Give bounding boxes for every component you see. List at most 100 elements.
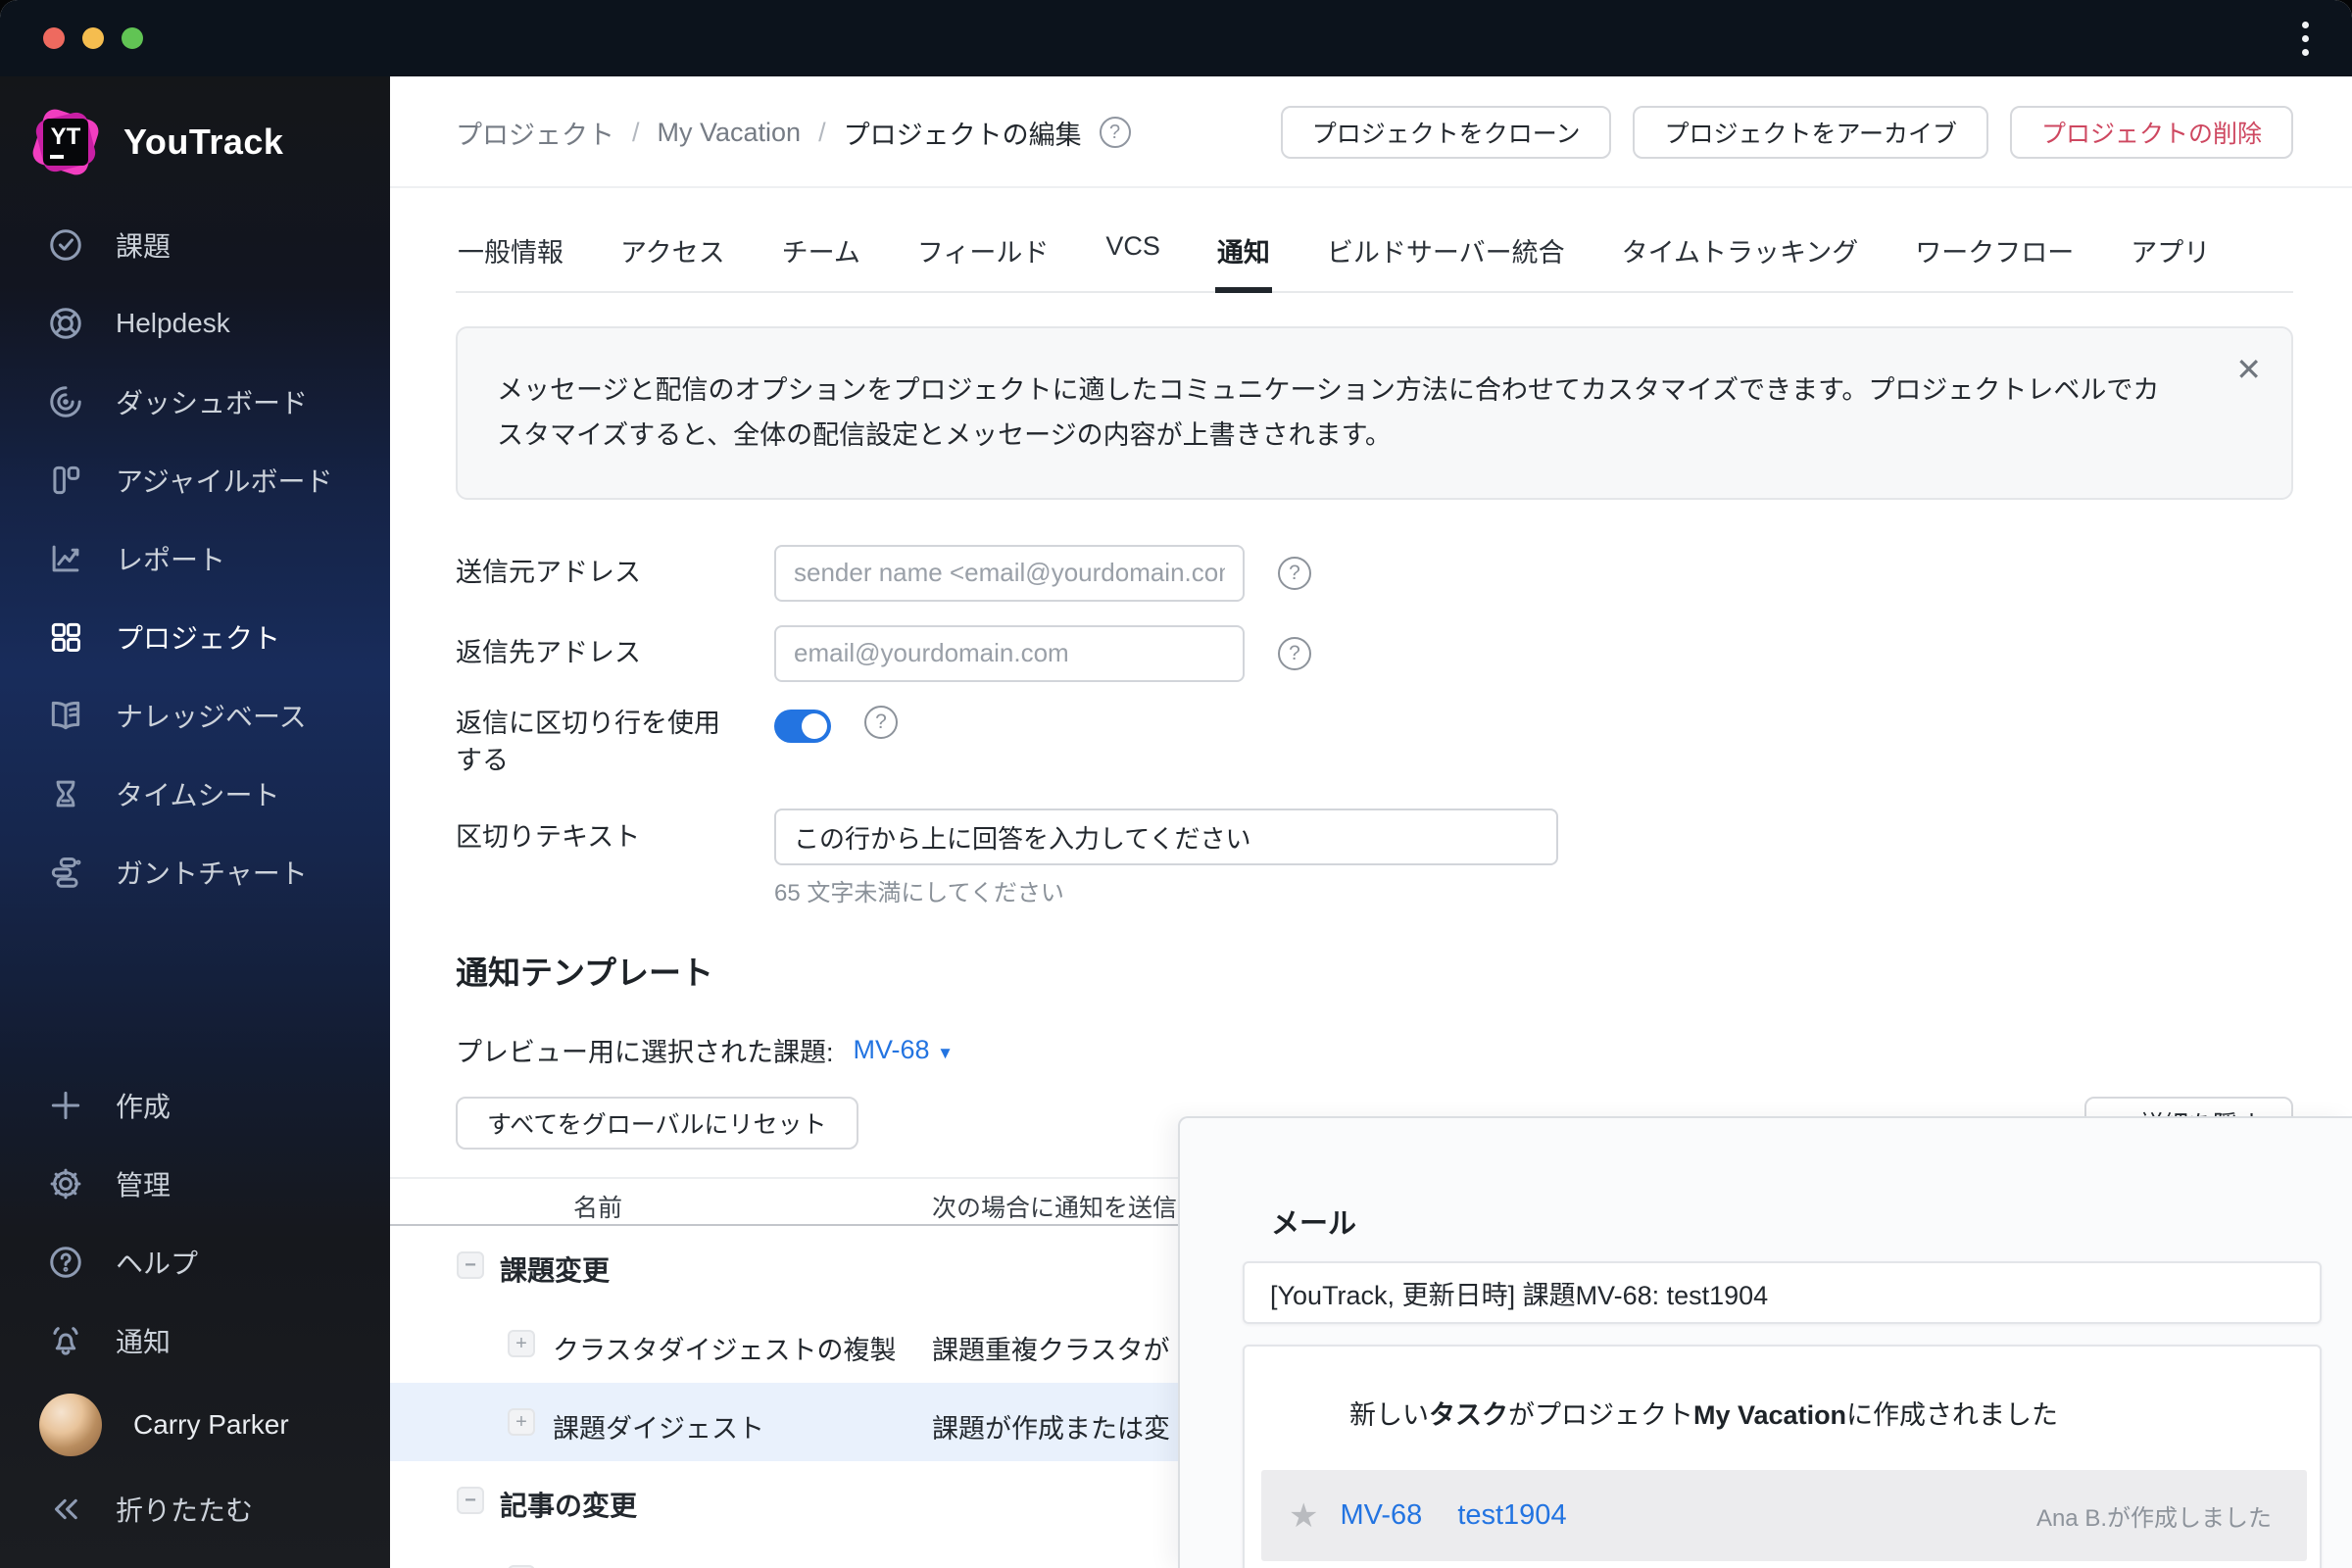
question-circle-icon [50, 1247, 81, 1278]
sidebar-item-notifications[interactable]: 通知 [0, 1301, 390, 1380]
collapse-group-icon[interactable]: − [457, 1251, 484, 1280]
expand-row-icon[interactable]: + [508, 1330, 535, 1358]
kebab-menu-icon[interactable] [2285, 19, 2325, 58]
hourglass-icon [56, 780, 75, 808]
breadcrumb: プロジェクト / My Vacation / プロジェクトの編集 ? [456, 114, 1131, 152]
from-address-help-icon[interactable]: ? [1278, 556, 1311, 590]
window-titlebar [0, 0, 2352, 76]
page-help-icon[interactable]: ? [1099, 117, 1131, 148]
sidebar-item-label: ガントチャート [116, 858, 308, 889]
tab-apps[interactable]: アプリ [2129, 218, 2212, 291]
report-chart-icon [52, 545, 79, 572]
reset-all-button[interactable]: すべてをグローバルにリセット [456, 1097, 858, 1151]
traffic-lights [43, 27, 143, 49]
delete-project-button[interactable]: プロジェクトの削除 [2009, 106, 2293, 159]
sidebar-item-label: 折りたたむ [116, 1495, 254, 1526]
gear-icon [50, 1168, 81, 1200]
zoom-window-button[interactable] [122, 27, 143, 49]
project-actions: プロジェクトをクローン プロジェクトをアーカイブ プロジェクトの削除 [1280, 106, 2293, 159]
reply-to-help-icon[interactable]: ? [1278, 636, 1311, 670]
sidebar-item-knowledge-base[interactable]: ナレッジベース [0, 676, 390, 755]
sidebar-item-label: タイムシート [116, 780, 280, 810]
expand-row-icon[interactable]: + [508, 1408, 535, 1437]
breadcrumb-separator: / [632, 117, 640, 147]
separator-toggle[interactable] [774, 709, 831, 743]
youtrack-logo-icon: YT [29, 106, 102, 178]
sidebar-item-administration[interactable]: 管理 [0, 1145, 390, 1223]
tab-fields[interactable]: フィールド [915, 218, 1051, 291]
email-panel-title: メール [1271, 1208, 1357, 1240]
close-icon[interactable]: ✕ [2235, 354, 2262, 385]
sidebar-item-help[interactable]: ヘルプ [0, 1223, 390, 1301]
sidebar-item-projects[interactable]: プロジェクト [0, 598, 390, 676]
from-address-input[interactable] [774, 544, 1245, 602]
banner-text: メッセージと配信のオプションをプロジェクトに適したコミュニケーション方法に合わせ… [497, 375, 2160, 451]
issue-id-link[interactable]: MV-68 [1340, 1499, 1422, 1532]
dashboard-icon [50, 386, 81, 417]
sidebar-item-label: ヘルプ [116, 1249, 199, 1279]
email-subject-text: [YouTrack, 更新日時] 課題MV-68: test1904 [1270, 1280, 1769, 1310]
sidebar-item-label: レポート [116, 545, 226, 575]
sidebar-item-timesheets[interactable]: タイムシート [0, 755, 390, 833]
templates-heading: 通知テンプレート [456, 955, 714, 992]
separator-toggle-help-icon[interactable]: ? [864, 705, 898, 739]
tab-time-tracking[interactable]: タイムトラッキング [1620, 218, 1861, 291]
sidebar-item-label: 課題 [116, 231, 172, 262]
email-subject-field[interactable]: [YouTrack, 更新日時] 課題MV-68: test1904 [1243, 1261, 2322, 1324]
sidebar-user-profile[interactable]: Carry Parker [0, 1380, 390, 1470]
tab-team[interactable]: チーム [780, 218, 862, 291]
preview-issue-row: プレビュー用に選択された課題: MV-68 ▼ [456, 1031, 2293, 1069]
sidebar-item-issues[interactable]: 課題 [0, 206, 390, 284]
sidebar-item-label: アジャイルボード [116, 466, 333, 497]
sidebar-item-label: 管理 [116, 1170, 172, 1200]
separator-text-input[interactable] [774, 808, 1558, 866]
sidebar-item-reports[interactable]: レポート [0, 519, 390, 598]
preview-issue-label: プレビュー用に選択された課題: [456, 1038, 834, 1068]
tab-build-server[interactable]: ビルドサーバー統合 [1325, 218, 1567, 291]
breadcrumb-projects-link[interactable]: プロジェクト [456, 114, 614, 152]
collapse-chevrons-icon [54, 1498, 77, 1520]
sidebar-item-gantt-charts[interactable]: ガントチャート [0, 833, 390, 911]
sidebar-item-agile-boards[interactable]: アジャイルボード [0, 441, 390, 519]
bell-icon [53, 1327, 78, 1355]
issue-summary-link[interactable]: test1904 [1457, 1499, 1566, 1532]
tab-workflow[interactable]: ワークフロー [1913, 218, 2076, 291]
clone-project-button[interactable]: プロジェクトをクローン [1280, 106, 1612, 159]
issue-created-by: Ana B.が作成しました [2035, 1505, 2272, 1532]
page-header: プロジェクト / My Vacation / プロジェクトの編集 ? プロジェク… [390, 76, 2352, 188]
tab-general[interactable]: 一般情報 [456, 218, 565, 291]
separator-toggle-row: 返信に区切り行を使用する ? [456, 705, 2293, 780]
check-circle-icon [50, 229, 81, 261]
youtrack-logo[interactable]: YT YouTrack [29, 106, 284, 178]
agile-board-icon [53, 466, 80, 495]
archive-project-button[interactable]: プロジェクトをアーカイブ [1633, 106, 1988, 159]
reply-to-label: 返信先アドレス [456, 637, 641, 667]
separator-helper-row: 65 文字未満にしてください [456, 873, 2293, 907]
email-issue-row: ★ MV-68 test1904 Ana B.が作成しました [1261, 1470, 2307, 1561]
sidebar-item-label: ナレッジベース [116, 702, 307, 732]
breadcrumb-project-link[interactable]: My Vacation [658, 118, 802, 148]
app-name: YouTrack [123, 122, 284, 162]
tab-access[interactable]: アクセス [618, 218, 727, 291]
chevron-down-icon: ▼ [937, 1044, 954, 1063]
settings-tabs: 一般情報 アクセス チーム フィールド VCS 通知 ビルドサーバー統合 タイム… [456, 218, 2293, 293]
collapse-group-icon[interactable]: − [457, 1487, 484, 1515]
tab-vcs[interactable]: VCS [1103, 218, 1162, 291]
reply-to-input[interactable] [774, 624, 1245, 682]
tab-notifications[interactable]: 通知 [1214, 218, 1272, 293]
preview-issue-selector[interactable]: MV-68 ▼ [854, 1035, 954, 1065]
sidebar-item-create[interactable]: 作成 [0, 1066, 390, 1145]
email-body-preview: 新しいタスクがプロジェクトMy Vacationに作成されました ★ MV-68… [1243, 1345, 2322, 1568]
breadcrumb-separator: / [818, 117, 826, 147]
main-content: プロジェクト / My Vacation / プロジェクトの編集 ? プロジェク… [390, 76, 2352, 1568]
from-address-label: 送信元アドレス [456, 557, 641, 587]
email-preview-panel: メール [YouTrack, 更新日時] 課題MV-68: test1904 新… [1178, 1116, 2352, 1568]
close-window-button[interactable] [43, 27, 65, 49]
sidebar-item-dashboards[interactable]: ダッシュボード [0, 363, 390, 441]
sidebar-item-helpdesk[interactable]: Helpdesk [0, 284, 390, 363]
minimize-window-button[interactable] [82, 27, 104, 49]
separator-helper-text: 65 文字未満にしてください [774, 880, 1064, 907]
notification-form: 送信元アドレス ? 返信先アドレス ? 返信に区切り行を使用する ? [456, 544, 2293, 908]
sidebar-collapse-button[interactable]: 折りたたむ [0, 1470, 390, 1548]
info-banner: メッセージと配信のオプションをプロジェクトに適したコミュニケーション方法に合わせ… [456, 326, 2293, 500]
